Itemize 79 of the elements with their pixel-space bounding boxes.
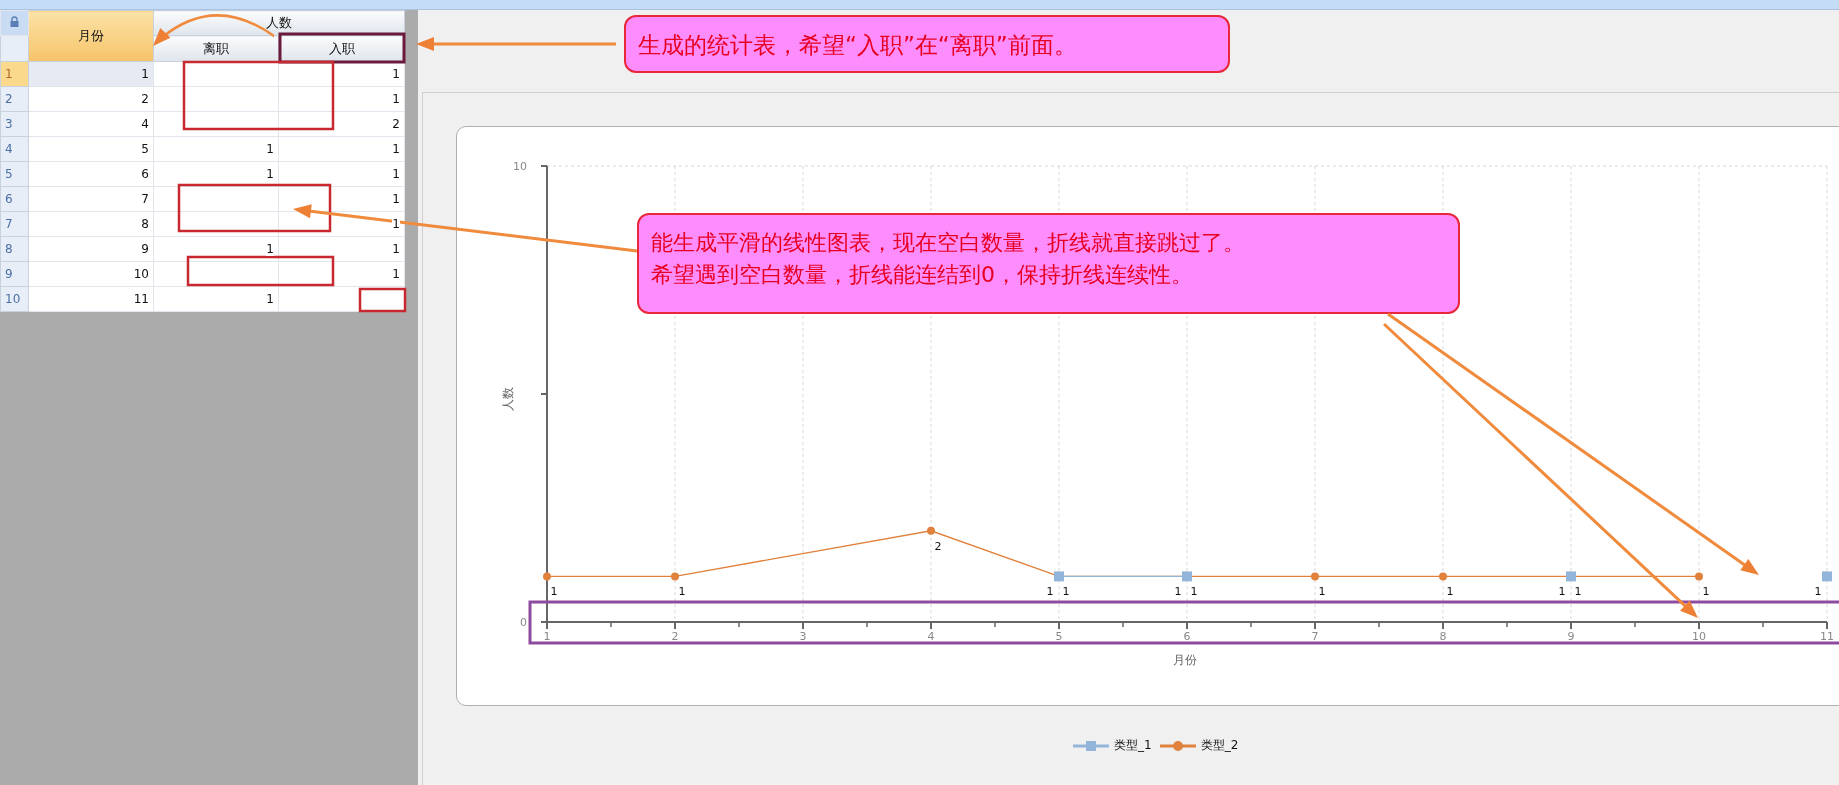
table-cell: 11 (28, 286, 154, 312)
axis-title: 月份 (1173, 653, 1197, 667)
axis-tick-label: 8 (1439, 630, 1447, 643)
row-header[interactable]: 1 (0, 61, 29, 87)
axis-title: 人数 (501, 387, 515, 411)
data-label: 1 (1174, 585, 1182, 599)
table-cell: 7 (28, 186, 154, 212)
data-point (1695, 572, 1703, 581)
data-point (1182, 571, 1192, 582)
legend-label: 类型_2 (1200, 737, 1239, 754)
data-label: 1 (1190, 585, 1198, 599)
axis-tick-label: 6 (1183, 630, 1191, 643)
table-cell: 1 (278, 86, 405, 112)
row-header[interactable]: 8 (0, 236, 29, 262)
table-cell: 1 (153, 286, 279, 312)
data-label: 1 (1558, 585, 1566, 599)
table-cell: 4 (28, 111, 154, 137)
callout-note: 生成的统计表，希望“入职”在“离职”前面。 (624, 15, 1230, 73)
row-header[interactable]: 10 (0, 286, 29, 312)
data-label: 1 (1446, 585, 1454, 599)
axis-tick-label: 0 (520, 616, 527, 629)
axis-tick-label: 9 (1567, 630, 1575, 643)
row-header[interactable]: 9 (0, 261, 29, 287)
data-point (1439, 572, 1447, 581)
table-cell: 1 (278, 236, 405, 262)
data-label: 1 (550, 585, 558, 599)
data-label: 1 (678, 585, 686, 599)
callout-note: 能生成平滑的线性图表，现在空白数量，折线就直接跳过了。 希望遇到空白数量，折线能连结到0，保持折线连续性。 (637, 213, 1460, 314)
table-cell: 1 (153, 161, 279, 187)
axis-tick-label: 5 (1055, 630, 1063, 643)
data-label: 1 (1046, 585, 1054, 599)
table-cell: 1 (278, 136, 405, 162)
data-label: 2 (934, 539, 942, 553)
data-point (671, 572, 679, 581)
axis-tick-label: 2 (671, 630, 679, 643)
row-header[interactable]: 5 (0, 161, 29, 187)
data-point (927, 526, 935, 535)
axis-tick-label: 4 (927, 630, 935, 643)
legend-label: 类型_1 (1114, 737, 1152, 754)
data-point (543, 572, 551, 581)
table-cell: 10 (28, 261, 154, 287)
table-cell: 1 (28, 61, 154, 87)
data-point (1054, 571, 1064, 582)
axis-tick-label: 3 (799, 630, 807, 643)
axis-tick-label: 7 (1311, 630, 1319, 643)
table-cell: 5 (28, 136, 154, 162)
table-cell: 2 (278, 111, 405, 137)
row-header[interactable]: 2 (0, 86, 29, 112)
data-label: 1 (1702, 585, 1710, 599)
legend-marker-icon (1073, 740, 1109, 751)
axis-tick-label: 1 (543, 630, 551, 643)
lock-icon (10, 16, 19, 27)
column-header[interactable]: 月份 (28, 10, 154, 62)
corner-cell[interactable] (0, 10, 29, 36)
table-cell: 1 (153, 136, 279, 162)
axis-tick-label: 10 (513, 160, 527, 173)
row-header[interactable]: 3 (0, 111, 29, 137)
data-point (1822, 571, 1832, 582)
data-label: 1 (1574, 585, 1582, 599)
data-label: 1 (1318, 585, 1326, 599)
legend-marker-icon (1159, 740, 1196, 751)
row-header[interactable]: 4 (0, 136, 29, 162)
data-label: 1 (1814, 585, 1822, 599)
data-point (1311, 572, 1319, 581)
data-label: 1 (1062, 585, 1070, 599)
table-cell: 9 (28, 236, 154, 262)
data-point (1566, 571, 1576, 582)
table-cell: 6 (28, 161, 154, 187)
table-cell: 8 (28, 211, 154, 237)
table-cell: 1 (278, 61, 405, 87)
row-header[interactable]: 7 (0, 211, 29, 237)
axis-tick-label: 11 (1820, 630, 1834, 643)
axis-tick-label: 10 (1692, 630, 1706, 643)
table-cell: 1 (278, 161, 405, 187)
table-cell: 1 (153, 236, 279, 262)
row-header[interactable]: 6 (0, 186, 29, 212)
table-cell: 2 (28, 86, 154, 112)
table-cell: 1 (278, 261, 405, 287)
highlight-rectangle (358, 287, 407, 313)
